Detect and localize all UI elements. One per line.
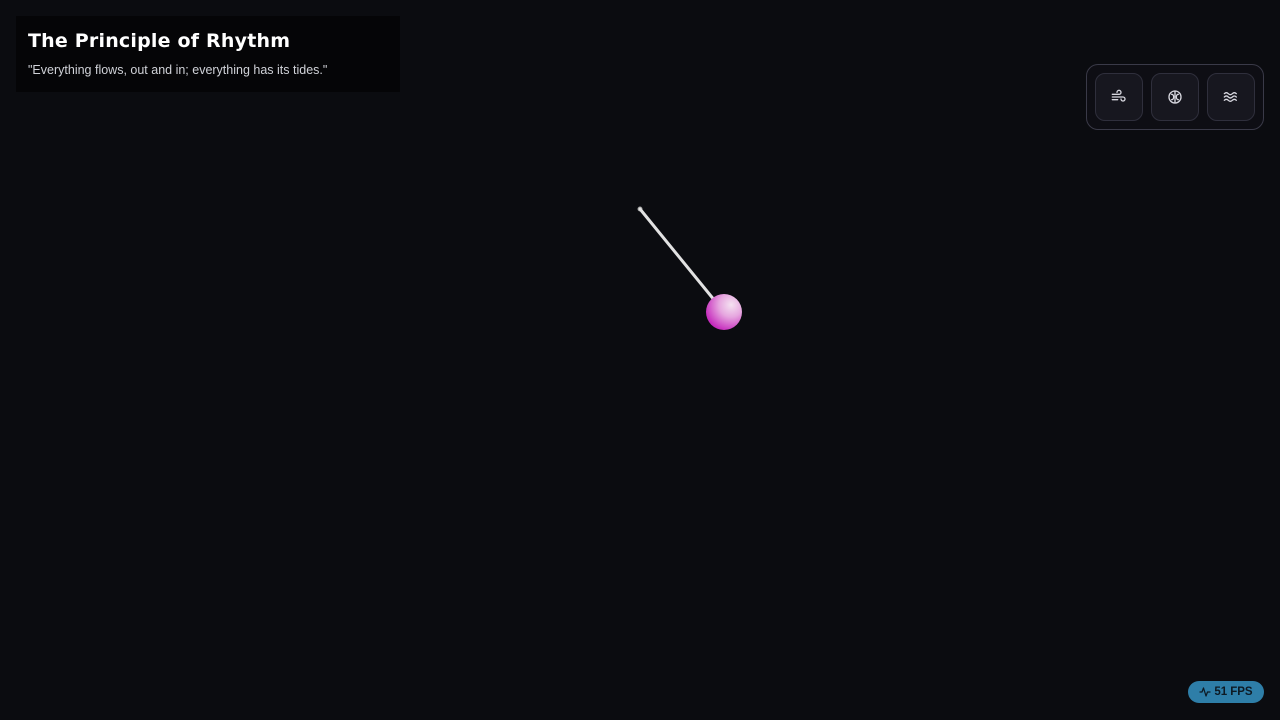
- fps-unit: FPS: [1230, 686, 1253, 698]
- pendulum-stage: The Principle of Rhythm "Everything flow…: [0, 0, 1280, 720]
- fps-badge: 51 FPS: [1188, 681, 1264, 703]
- wind-button[interactable]: [1095, 73, 1143, 121]
- activity-icon: [1199, 686, 1212, 698]
- pendulum-bob[interactable]: [706, 294, 742, 330]
- waves-button[interactable]: [1207, 73, 1255, 121]
- control-panel: [1086, 64, 1264, 130]
- brain-button[interactable]: [1151, 73, 1199, 121]
- fps-value: 51: [1214, 686, 1228, 698]
- brain-icon: [1167, 89, 1183, 105]
- wind-icon: [1111, 89, 1127, 105]
- waves-icon: [1223, 89, 1239, 105]
- pendulum-string: [638, 207, 717, 303]
